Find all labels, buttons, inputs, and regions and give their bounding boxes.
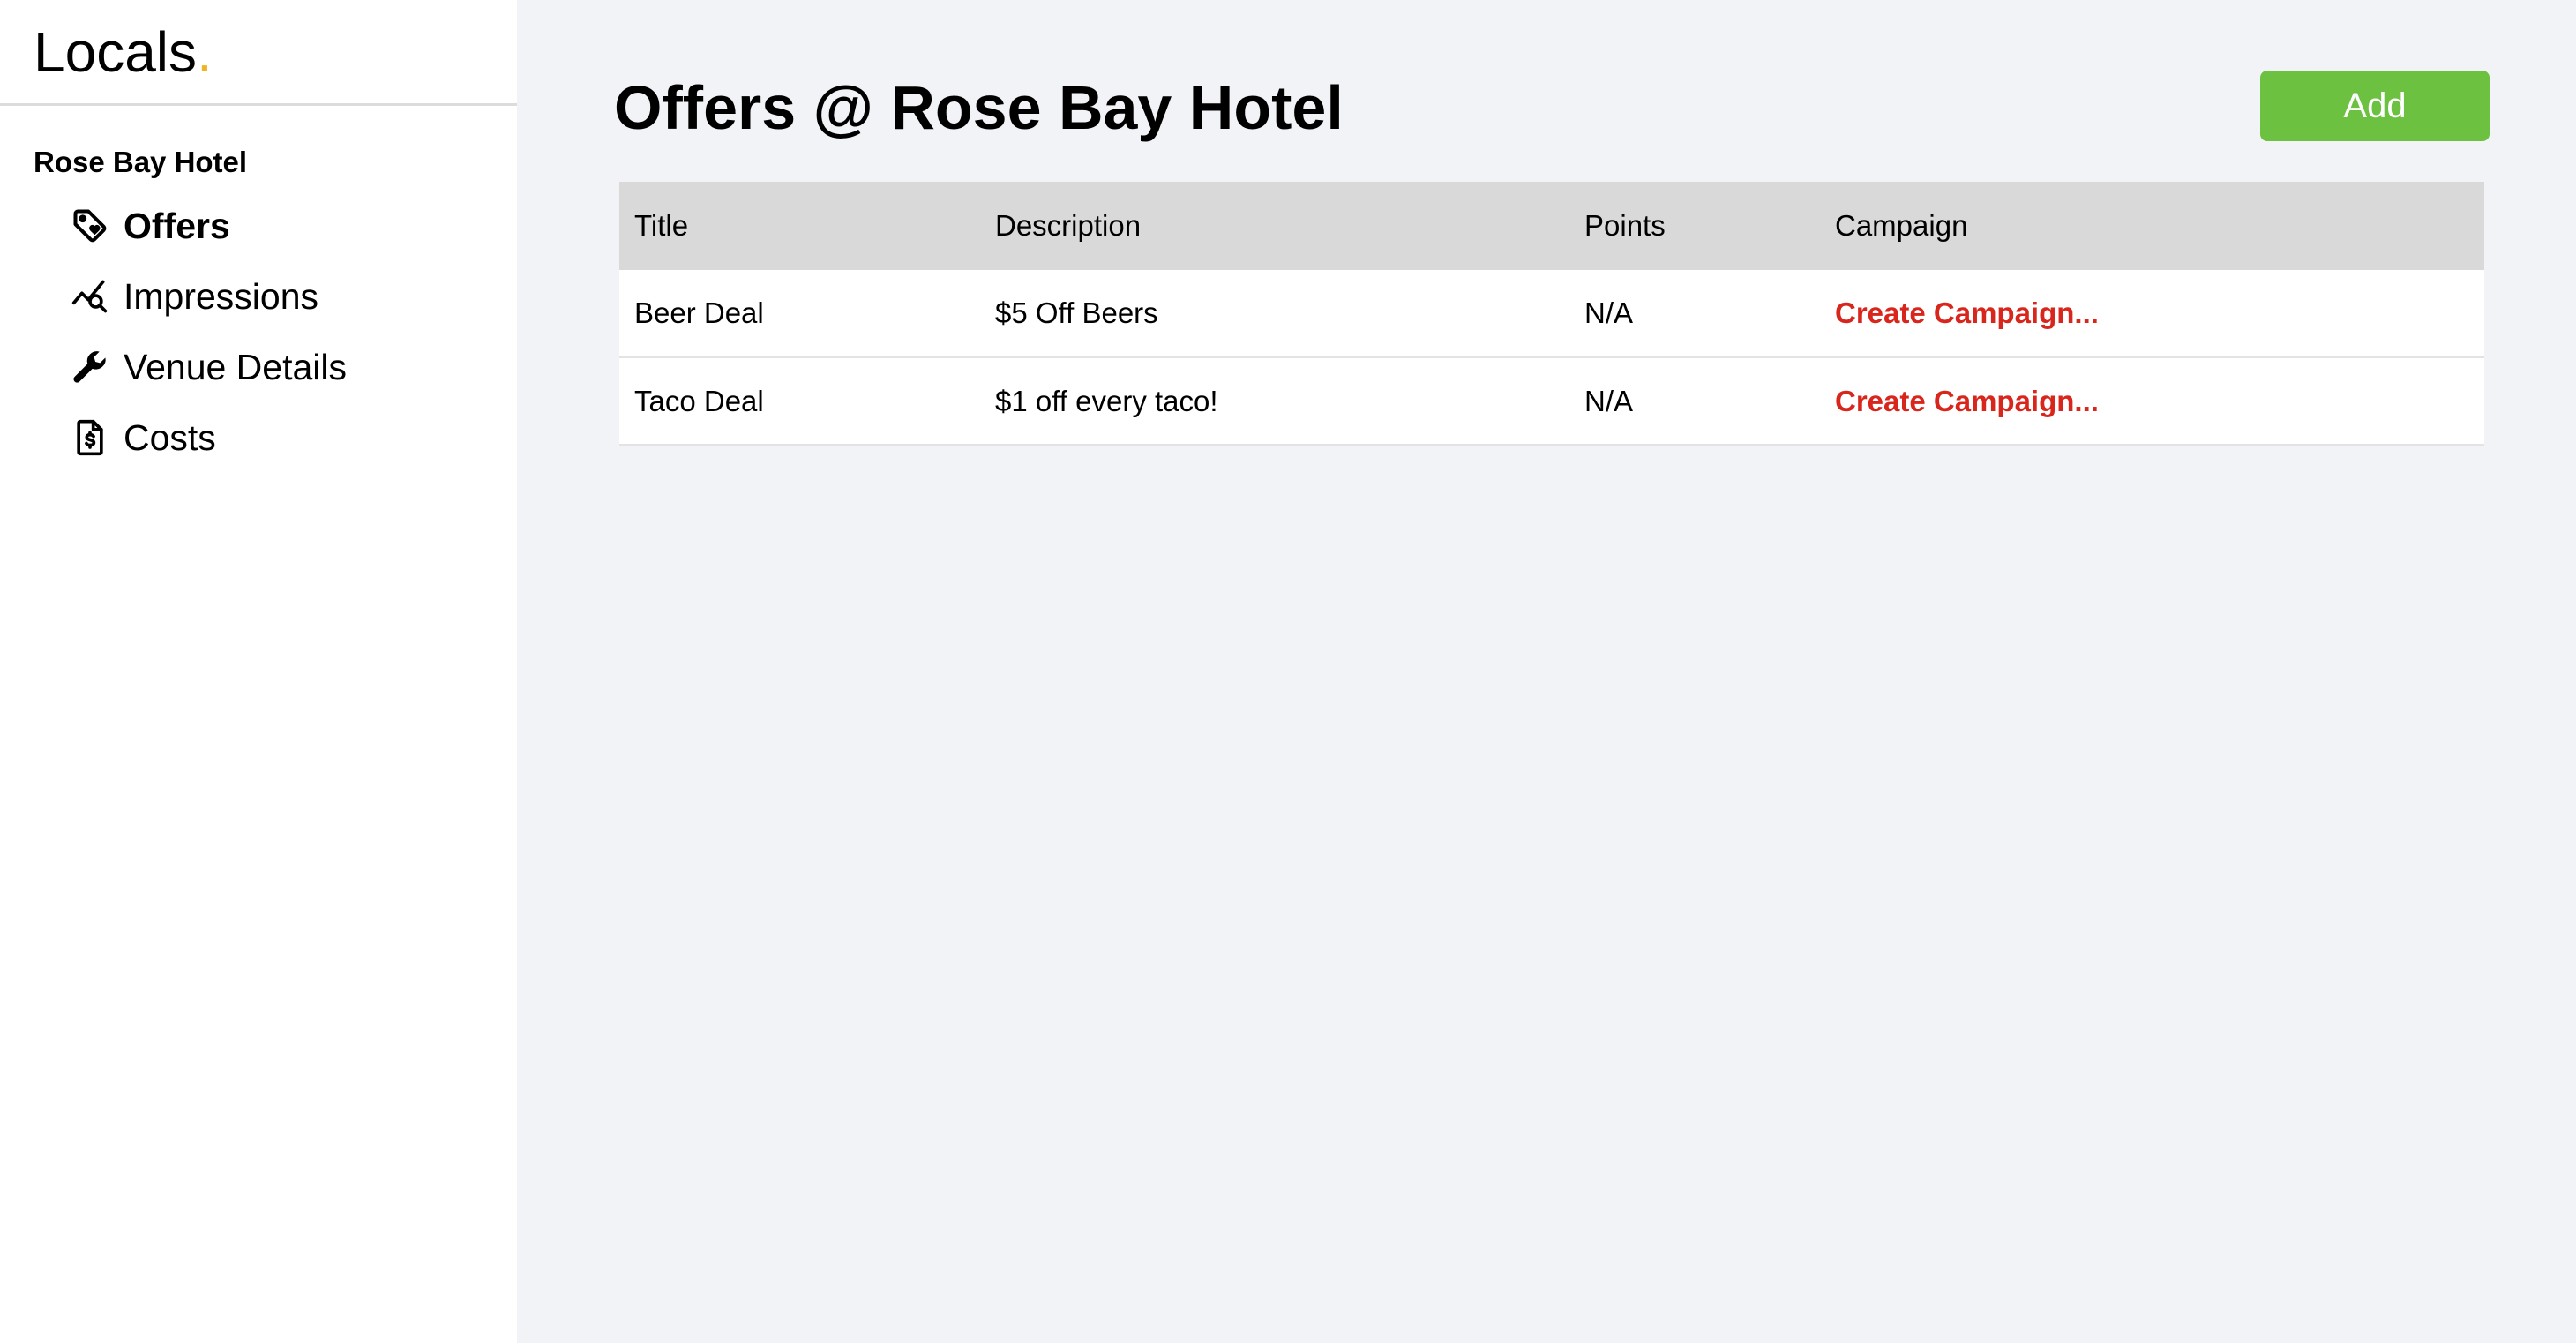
cell-description: $5 Off Beers bbox=[995, 296, 1158, 329]
column-header-campaign: Campaign bbox=[1835, 209, 1968, 242]
table-row[interactable]: Taco Deal $1 off every taco! N/A Create … bbox=[619, 356, 2484, 446]
table-header: Title Description Points Campaign bbox=[619, 182, 2484, 270]
sidebar-item-impressions[interactable]: Impressions bbox=[0, 261, 517, 332]
table-row[interactable]: Beer Deal $5 Off Beers N/A Create Campai… bbox=[619, 270, 2484, 357]
column-header-title: Title bbox=[634, 209, 689, 242]
sidebar-item-label: Costs bbox=[124, 416, 216, 458]
column-header-description: Description bbox=[995, 209, 1142, 242]
cell-points: N/A bbox=[1584, 296, 1634, 329]
main-content: Offers @ Rose Bay Hotel Add Title Descri… bbox=[517, 0, 2576, 1343]
page-title: Offers @ Rose Bay Hotel bbox=[614, 73, 1344, 142]
sidebar-item-label: Impressions bbox=[124, 275, 319, 317]
sidebar-nav: Offers Impressions Venue Details Costs bbox=[0, 191, 517, 473]
add-offer-button[interactable]: Add bbox=[2260, 71, 2490, 141]
column-header-points: Points bbox=[1584, 209, 1666, 242]
invoice-dollar-icon bbox=[71, 418, 109, 457]
table-body: Beer Deal $5 Off Beers N/A Create Campai… bbox=[619, 270, 2484, 446]
create-campaign-link[interactable]: Create Campaign... bbox=[1835, 296, 2099, 329]
sidebar: Locals. Rose Bay Hotel Offers Impression… bbox=[0, 0, 517, 1343]
brand-dot: . bbox=[197, 19, 213, 84]
cell-campaign: Create Campaign... bbox=[1820, 270, 2484, 357]
chart-search-icon bbox=[71, 277, 109, 316]
brand-logo[interactable]: Locals. bbox=[0, 0, 517, 106]
sidebar-item-offers[interactable]: Offers bbox=[0, 191, 517, 261]
app-root: Locals. Rose Bay Hotel Offers Impression… bbox=[0, 0, 2576, 1343]
sidebar-item-label: Venue Details bbox=[124, 346, 348, 387]
cell-title: Taco Deal bbox=[634, 384, 764, 417]
cell-title: Beer Deal bbox=[634, 296, 764, 329]
offers-table-container: Title Description Points Campaign Beer D… bbox=[619, 182, 2484, 446]
sidebar-item-label: Offers bbox=[124, 205, 230, 246]
sidebar-item-costs[interactable]: Costs bbox=[0, 402, 517, 473]
cell-points: N/A bbox=[1584, 384, 1634, 417]
wrench-icon bbox=[71, 348, 109, 386]
cell-campaign: Create Campaign... bbox=[1820, 357, 2484, 446]
table-header-row: Title Description Points Campaign bbox=[619, 182, 2484, 270]
tag-icon bbox=[71, 206, 109, 245]
cell-description: $1 off every taco! bbox=[995, 384, 1218, 417]
venue-name: Rose Bay Hotel bbox=[34, 146, 248, 178]
sidebar-item-venue-details[interactable]: Venue Details bbox=[0, 332, 517, 402]
offers-table: Title Description Points Campaign Beer D… bbox=[619, 182, 2484, 446]
create-campaign-link[interactable]: Create Campaign... bbox=[1835, 385, 2099, 417]
brand-name: Locals bbox=[34, 19, 197, 84]
